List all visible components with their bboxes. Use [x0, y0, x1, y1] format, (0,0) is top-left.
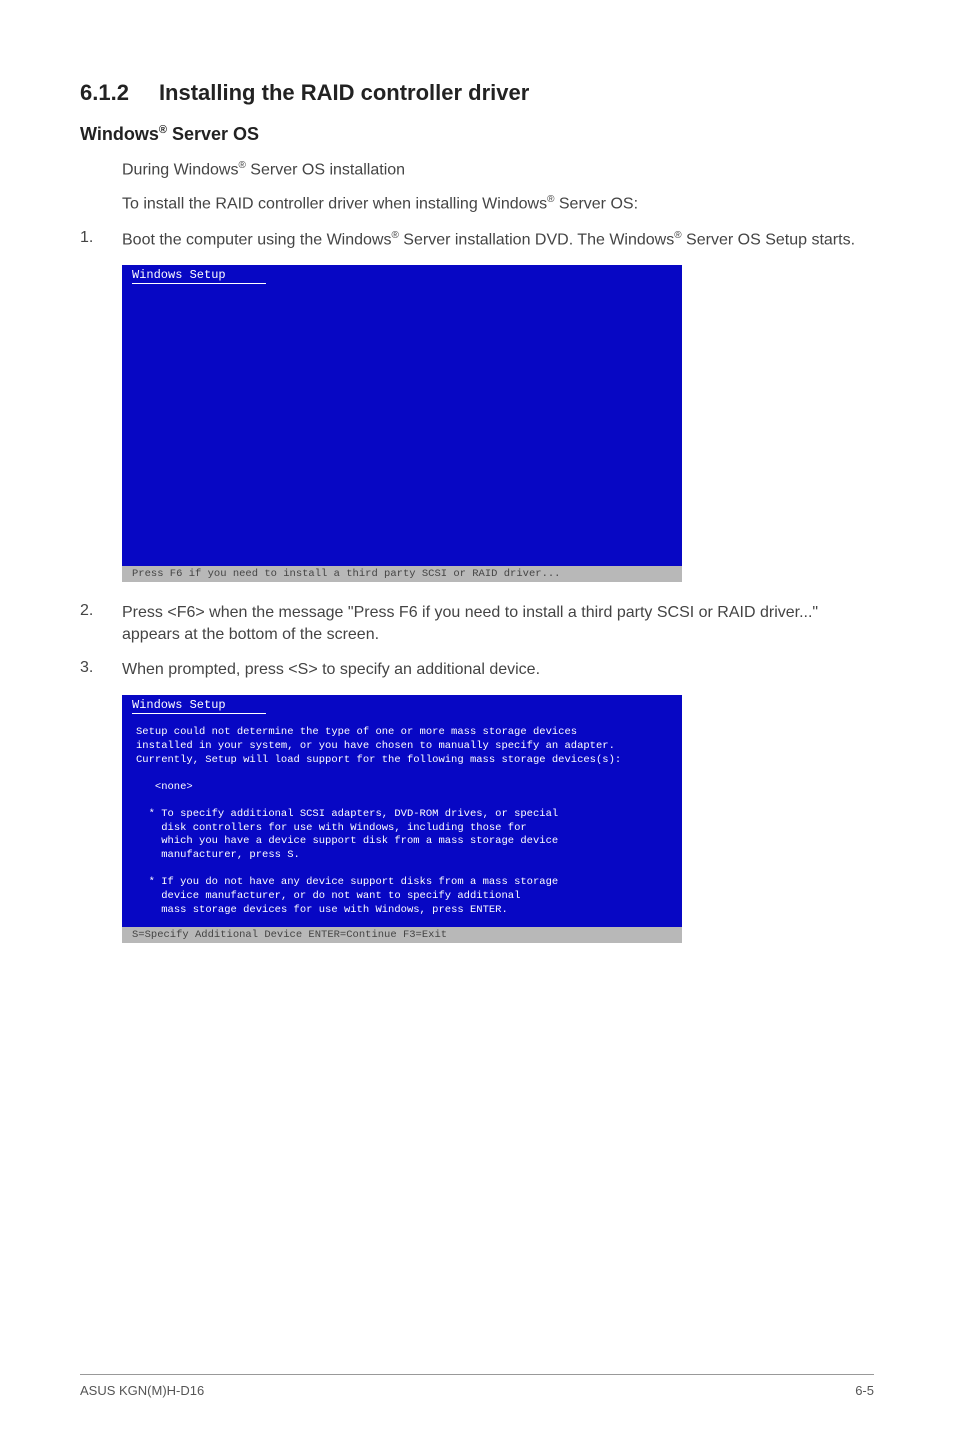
registered-symbol: ® — [391, 230, 398, 241]
footer-left: ASUS KGN(M)H-D16 — [80, 1383, 204, 1398]
sub-heading: Windows® Server OS — [80, 124, 874, 145]
setup-title-text: Windows Setup — [132, 268, 266, 284]
intro-line-1: During Windows® Server OS installation — [122, 159, 874, 181]
step-text: Boot the computer using the Windows® Ser… — [122, 229, 855, 251]
step-text: When prompted, press <S> to specify an a… — [122, 659, 540, 681]
step-text-part: Server OS Setup starts. — [682, 231, 855, 248]
step-number: 3. — [80, 659, 122, 681]
registered-symbol: ® — [159, 124, 167, 136]
step-number: 2. — [80, 602, 122, 645]
step-text: Press <F6> when the message "Press F6 if… — [122, 602, 874, 645]
intro-text: During Windows — [122, 161, 238, 178]
windows-setup-screenshot-1: Windows Setup Press F6 if you need to in… — [122, 265, 682, 582]
section-title: Installing the RAID controller driver — [159, 80, 529, 105]
section-number: 6.1.2 — [80, 80, 129, 106]
registered-symbol: ® — [238, 160, 245, 171]
intro-text: Server OS: — [554, 195, 638, 212]
step-3: 3. When prompted, press <S> to specify a… — [80, 659, 874, 681]
sub-heading-prefix: Windows — [80, 124, 159, 144]
step-1: 1. Boot the computer using the Windows® … — [80, 229, 874, 251]
registered-symbol: ® — [674, 230, 681, 241]
sub-heading-suffix: Server OS — [167, 124, 259, 144]
step-text-part: Boot the computer using the Windows — [122, 231, 391, 248]
setup-title-text: Windows Setup — [132, 698, 266, 714]
intro-line-2: To install the RAID controller driver wh… — [122, 193, 874, 215]
step-text-part: Server installation DVD. The Windows — [399, 231, 674, 248]
section-heading: 6.1.2 Installing the RAID controller driv… — [80, 80, 874, 106]
page-footer: ASUS KGN(M)H-D16 6-5 — [80, 1374, 874, 1398]
setup-title-bar: Windows Setup — [122, 695, 682, 716]
setup-status-bar: Press F6 if you need to install a third … — [122, 566, 682, 582]
intro-text: To install the RAID controller driver wh… — [122, 195, 547, 212]
intro-text: Server OS installation — [246, 161, 405, 178]
setup-body-text: Setup could not determine the type of on… — [122, 716, 682, 927]
step-number: 1. — [80, 229, 122, 251]
setup-title-bar: Windows Setup — [122, 265, 682, 286]
footer-right: 6-5 — [855, 1383, 874, 1398]
step-2: 2. Press <F6> when the message "Press F6… — [80, 602, 874, 645]
windows-setup-screenshot-2: Windows Setup Setup could not determine … — [122, 695, 682, 943]
setup-body-empty — [122, 286, 682, 566]
setup-status-bar: S=Specify Additional Device ENTER=Contin… — [122, 927, 682, 943]
